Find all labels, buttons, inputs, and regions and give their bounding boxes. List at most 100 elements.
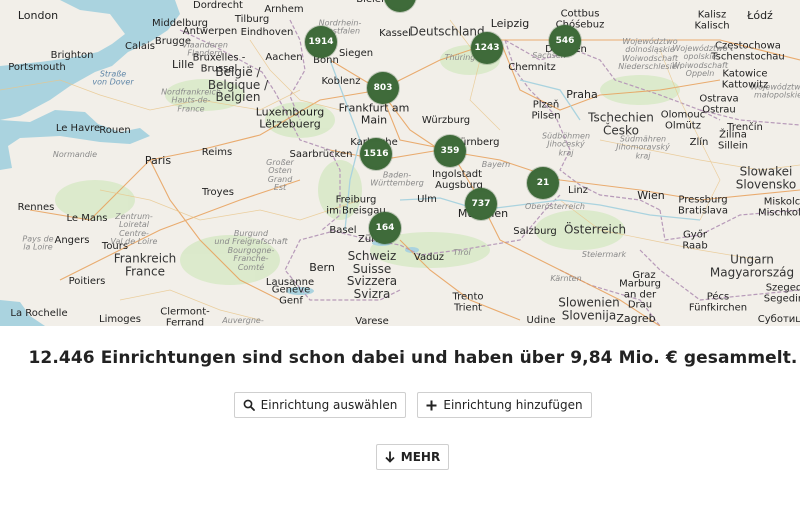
map-label-salzburg: Salzburg xyxy=(513,225,557,237)
map-label-bayern: Bayern xyxy=(481,159,511,169)
cluster-marker-dresden[interactable]: 546 xyxy=(549,25,581,57)
search-icon xyxy=(243,399,255,411)
map-label-chemnitz: Chemnitz xyxy=(508,61,556,73)
map-label-ungarn: Ungarn Magyarország xyxy=(709,252,795,279)
map-label-bw: Baden- Württemberg xyxy=(370,170,424,188)
map-label-vaduz: Vaduz xyxy=(413,251,445,263)
map-label-tilburg: Tilburg xyxy=(234,13,270,25)
add-institution-button[interactable]: Einrichtung hinzufügen xyxy=(417,392,592,418)
map-label-paysdelaloire: Pays de la Loire xyxy=(22,234,54,252)
map-label-arnhem: Arnhem xyxy=(264,3,304,15)
map-label-frankfurt: Frankfurt am Main xyxy=(338,101,410,126)
cluster-marker-mannheim[interactable]: 1516 xyxy=(360,138,392,170)
cluster-marker-nurnberg[interactable]: 359 xyxy=(434,135,466,167)
map-label-deutschland: Deutschland xyxy=(409,24,485,39)
map-label-calais: Calais xyxy=(124,40,156,52)
map-label-paris: Paris xyxy=(144,154,172,168)
map[interactable]: LondonDordrechtTilburgBielefeldKaliszKal… xyxy=(0,0,800,326)
map-label-slovenien: Slowenien Slovenija xyxy=(558,295,620,322)
map-label-opolskie: Województwo opolskie Woiwodschaft Oppeln xyxy=(671,44,729,79)
map-label-koblenz: Koblenz xyxy=(321,75,361,87)
map-label-bourgogne: Burgund und Freigrafschaft Bourgogne- Franc… xyxy=(214,229,288,272)
map-label-limoges: Limoges xyxy=(99,313,141,325)
map-label-bern: Bern xyxy=(309,261,335,275)
map-label-oberosterreich: Oberösterreich xyxy=(525,201,585,211)
map-label-tschechien: Tschechien Česko xyxy=(588,110,654,137)
map-label-rouen: Rouen xyxy=(99,124,131,136)
map-label-nordfrankreich: Nordfrankreich Hauts-de- France xyxy=(161,87,221,114)
map-label-kaernten: Kärnten xyxy=(550,273,582,283)
map-label-linz: Linz xyxy=(568,184,588,196)
select-institution-label: Einrichtung auswählen xyxy=(260,398,398,412)
map-label-saarbrucken: Saarbrücken xyxy=(289,148,353,160)
map-label-tirol: Tirol xyxy=(453,247,471,257)
more-label: MEHR xyxy=(400,450,441,464)
select-institution-button[interactable]: Einrichtung auswählen xyxy=(234,392,406,418)
map-label-larochelle: La Rochelle xyxy=(10,307,68,319)
stats-headline: 12.446 Einrichtungen sind schon dabei un… xyxy=(28,348,798,368)
map-label-trento: Trento Trient xyxy=(452,291,484,313)
map-label-subotica: Суботица xyxy=(757,313,800,325)
map-label-ostrava: Ostrava Ostrau xyxy=(699,93,739,115)
map-label-kalisz: Kalisz Kalisch xyxy=(694,9,730,31)
add-institution-label: Einrichtung hinzufügen xyxy=(443,398,583,412)
cluster-marker-passau[interactable]: 21 xyxy=(527,167,559,199)
map-label-aachen: Aachen xyxy=(265,51,303,63)
map-label-angers: Angers xyxy=(54,234,90,246)
map-label-praha: Praha xyxy=(566,88,598,102)
map-label-kassel: Kassel xyxy=(379,27,411,39)
map-label-leipzig: Leipzig xyxy=(490,17,530,31)
map-label-reims: Reims xyxy=(201,146,233,158)
cluster-marker-zurich[interactable]: 164 xyxy=(369,212,401,244)
map-label-lille: Lille xyxy=(171,58,195,72)
map-label-udine: Udine xyxy=(526,314,556,326)
map-label-clermont: Clermont- Ferrand xyxy=(160,306,210,326)
map-label-osterreich: Österreich xyxy=(563,222,627,237)
map-label-grandest: Großer Osten Grand Est xyxy=(266,158,294,193)
map-label-eindhoven: Eindhoven xyxy=(240,26,294,38)
map-label-zlin: Zlín xyxy=(689,136,709,148)
map-label-marburg: Marburg an der Drau xyxy=(619,278,661,311)
map-label-auvergne: Auvergne- xyxy=(222,315,264,325)
map-label-varese: Varese xyxy=(355,315,389,326)
map-label-katowice: Katowice Kattowitz xyxy=(721,68,769,90)
cluster-marker-leipzig[interactable]: 1243 xyxy=(471,32,503,64)
map-label-plzen: Plzeň Pilsen xyxy=(531,99,561,121)
cluster-marker-frankfurt[interactable]: 803 xyxy=(367,72,399,104)
map-label-lehavre: Le Havre xyxy=(55,122,101,134)
arrow-down-icon xyxy=(385,451,395,463)
more-button[interactable]: MEHR xyxy=(376,444,449,470)
map-label-olomouc: Olomouc Olmütz xyxy=(660,109,706,131)
map-label-pecs: Pécs Fünfkirchen xyxy=(688,291,748,313)
map-label-london: London xyxy=(17,9,59,23)
map-label-gyor: Győr Raab xyxy=(682,229,708,251)
map-label-lemans: Le Mans xyxy=(66,212,108,224)
plus-icon xyxy=(426,400,437,411)
map-label-ulm: Ulm xyxy=(417,193,437,205)
cluster-marker-dusseldorf[interactable]: 1914 xyxy=(305,26,337,58)
map-label-slowakei: Slowakei Slovensko xyxy=(735,164,797,191)
map-label-antwerpen: Antwerpen xyxy=(182,25,238,37)
map-label-geneve: Genève Genf xyxy=(271,284,311,306)
map-label-basel: Basel xyxy=(329,224,357,236)
map-label-steiermark: Steiermark xyxy=(581,249,627,259)
map-label-strasse: Straße von Dover xyxy=(92,69,134,87)
cluster-marker-munchen[interactable]: 737 xyxy=(465,188,497,220)
map-label-brighton: Brighton xyxy=(50,49,94,61)
map-label-schweiz: Schweiz Suisse Svizzera Svizra xyxy=(346,248,398,301)
map-label-normandie: Normandie xyxy=(52,149,98,159)
map-label-zagreb: Zagreb xyxy=(616,312,656,326)
map-label-dordrecht: Dordrecht xyxy=(193,0,243,11)
map-label-wien: Wien xyxy=(637,189,665,203)
map-label-szeged: SzegedSegedin xyxy=(763,282,800,304)
map-label-jihomoravsky: Südmähren Jihomoravský kraj xyxy=(616,134,670,161)
map-label-luxembourg: Luxembourg Lëtzebuerg xyxy=(255,105,325,130)
map-label-wurzburg: Würzburg xyxy=(421,114,471,126)
map-label-ingolstadt: Ingolstadt xyxy=(431,168,483,180)
map-label-troyes: Troyes xyxy=(202,186,234,198)
map-label-frankreich: Frankreich France xyxy=(113,251,177,278)
map-label-poitiers: Poitiers xyxy=(68,275,106,287)
map-label-zilina: Žilina Sillein xyxy=(718,129,748,151)
map-label-portsmouth: Portsmouth xyxy=(8,61,66,73)
map-label-rennes: Rennes xyxy=(17,201,55,213)
